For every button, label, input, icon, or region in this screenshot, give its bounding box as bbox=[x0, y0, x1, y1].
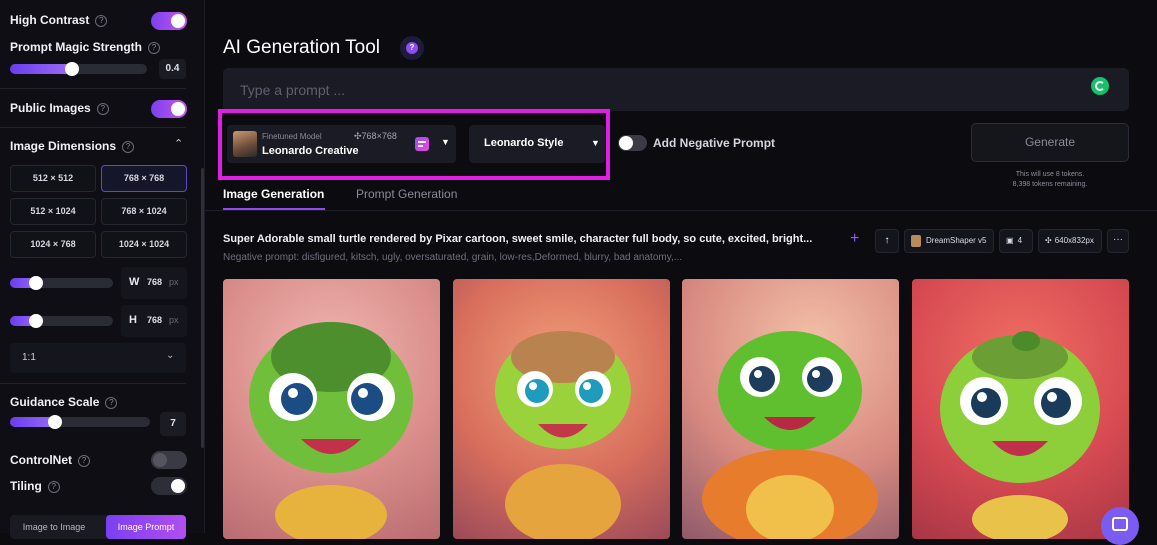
dimension-1024x1024[interactable]: 1024 × 1024 bbox=[101, 231, 187, 258]
caret-down-icon: ▼ bbox=[591, 138, 600, 148]
width-field[interactable]: W 768 px bbox=[121, 267, 187, 299]
image-dimensions-row: Image Dimensions? bbox=[10, 139, 135, 153]
grammarly-icon[interactable] bbox=[1091, 77, 1109, 95]
help-icon[interactable]: ? bbox=[96, 102, 109, 115]
token-info: This will use 8 tokens. 8,398 tokens rem… bbox=[1012, 171, 1088, 188]
style-select[interactable]: Leonardo Style ▼ bbox=[469, 125, 605, 163]
dimension-512x1024[interactable]: 512 × 1024 bbox=[10, 198, 96, 225]
caret-down-icon: ▼ bbox=[441, 137, 450, 147]
tab-image-generation[interactable]: Image Generation bbox=[223, 187, 324, 201]
height-slider[interactable] bbox=[10, 314, 113, 328]
turtle-illustration bbox=[495, 331, 631, 539]
help-icon[interactable]: ? bbox=[122, 140, 135, 153]
dimension-512x512[interactable]: 512 × 512 bbox=[10, 165, 96, 192]
model-chip[interactable]: DreamShaper v5 bbox=[904, 229, 994, 253]
generation-negative-prompt: Negative prompt: disfigured, kitsch, ugl… bbox=[223, 252, 683, 263]
dimension-768x768[interactable]: 768 × 768 bbox=[101, 165, 187, 192]
tab-prompt-generation[interactable]: Prompt Generation bbox=[356, 187, 457, 201]
generated-image-3[interactable] bbox=[682, 279, 899, 539]
width-slider[interactable] bbox=[10, 276, 113, 290]
move-icon: ✣ bbox=[1045, 236, 1052, 245]
turtle-illustration bbox=[249, 322, 413, 539]
negative-prompt-label: Add Negative Prompt bbox=[653, 136, 776, 150]
generation-prompt: Super Adorable small turtle rendered by … bbox=[223, 233, 813, 245]
controlnet-row: ControlNet? bbox=[10, 453, 90, 467]
tab-image-to-image[interactable]: Image to Image bbox=[10, 515, 98, 539]
controlnet-toggle[interactable] bbox=[151, 451, 187, 469]
help-icon[interactable]: ? bbox=[95, 14, 108, 27]
plus-icon[interactable]: + bbox=[850, 230, 859, 248]
question-icon: ? bbox=[406, 42, 418, 54]
generated-image-1[interactable] bbox=[223, 279, 440, 539]
page-title: AI Generation Tool bbox=[223, 37, 381, 58]
dimension-1024x768[interactable]: 1024 × 768 bbox=[10, 231, 96, 258]
tiling-toggle[interactable] bbox=[151, 477, 187, 495]
prompt-magic-value: 0.4 bbox=[159, 59, 186, 79]
title-help-button[interactable]: ? bbox=[400, 36, 424, 60]
prompt-input[interactable]: Type a prompt ... bbox=[223, 68, 1129, 111]
height-field[interactable]: H 768 px bbox=[121, 305, 187, 337]
chat-icon bbox=[1112, 517, 1128, 531]
count-chip: ▣ 4 bbox=[999, 229, 1033, 253]
image-mode-tabs: Image to Image Image Prompt bbox=[10, 515, 186, 539]
upscale-button[interactable]: ↑ bbox=[875, 229, 899, 253]
images-icon: ▣ bbox=[1006, 236, 1014, 245]
main-panel: AI Generation Tool ? Type a prompt ... F… bbox=[205, 0, 1157, 545]
tiling-row: Tiling? bbox=[10, 479, 60, 493]
public-images-toggle[interactable] bbox=[151, 100, 187, 118]
size-label: ✣768×768 bbox=[354, 131, 397, 141]
public-images-row: Public Images? bbox=[10, 101, 109, 115]
guidance-scale-slider[interactable] bbox=[10, 415, 150, 429]
generate-button[interactable]: Generate bbox=[971, 123, 1129, 162]
slider-thumb[interactable] bbox=[64, 62, 79, 76]
high-contrast-row: High Contrast? bbox=[10, 13, 108, 27]
model-thumb bbox=[911, 234, 921, 247]
slider-thumb[interactable] bbox=[29, 314, 43, 328]
aspect-ratio-select[interactable]: 1:1 ⌄ bbox=[10, 343, 186, 373]
help-icon[interactable]: ? bbox=[78, 454, 90, 467]
prompt-magic-row: Prompt Magic Strength? bbox=[10, 40, 161, 54]
sidebar-scrollbar[interactable] bbox=[201, 168, 204, 448]
generated-image-2[interactable] bbox=[453, 279, 670, 539]
chevron-up-icon[interactable]: ⌃ bbox=[174, 137, 183, 150]
settings-sidebar: High Contrast? Prompt Magic Strength? 0.… bbox=[0, 0, 205, 539]
guidance-scale-row: Guidance Scale? bbox=[10, 395, 118, 409]
prompt-magic-slider[interactable] bbox=[10, 62, 147, 76]
more-options-button[interactable]: ··· bbox=[1107, 229, 1129, 253]
model-avatar bbox=[233, 131, 257, 157]
model-select[interactable]: Finetuned Model ✣768×768 Leonardo Creati… bbox=[227, 125, 456, 163]
model-badge-icon bbox=[415, 137, 429, 151]
help-icon[interactable]: ? bbox=[47, 480, 60, 493]
dimension-768x1024[interactable]: 768 × 1024 bbox=[101, 198, 187, 225]
negative-prompt-toggle[interactable] bbox=[618, 135, 647, 151]
help-icon[interactable]: ? bbox=[105, 396, 118, 409]
high-contrast-toggle[interactable] bbox=[151, 12, 187, 30]
tab-divider bbox=[205, 210, 1157, 211]
slider-thumb[interactable] bbox=[48, 415, 62, 429]
generated-image-4[interactable] bbox=[912, 279, 1129, 539]
slider-thumb[interactable] bbox=[29, 276, 43, 290]
turtle-illustration bbox=[940, 331, 1100, 539]
tab-image-prompt[interactable]: Image Prompt bbox=[106, 515, 186, 539]
guidance-scale-value: 7 bbox=[160, 412, 186, 436]
help-icon[interactable]: ? bbox=[148, 41, 161, 54]
turtle-illustration bbox=[702, 331, 878, 539]
arrow-up-icon: ↑ bbox=[884, 235, 890, 246]
chat-support-button[interactable] bbox=[1101, 507, 1139, 545]
size-chip: ✣ 640x832px bbox=[1038, 229, 1102, 253]
chevron-down-icon: ⌄ bbox=[166, 350, 175, 361]
